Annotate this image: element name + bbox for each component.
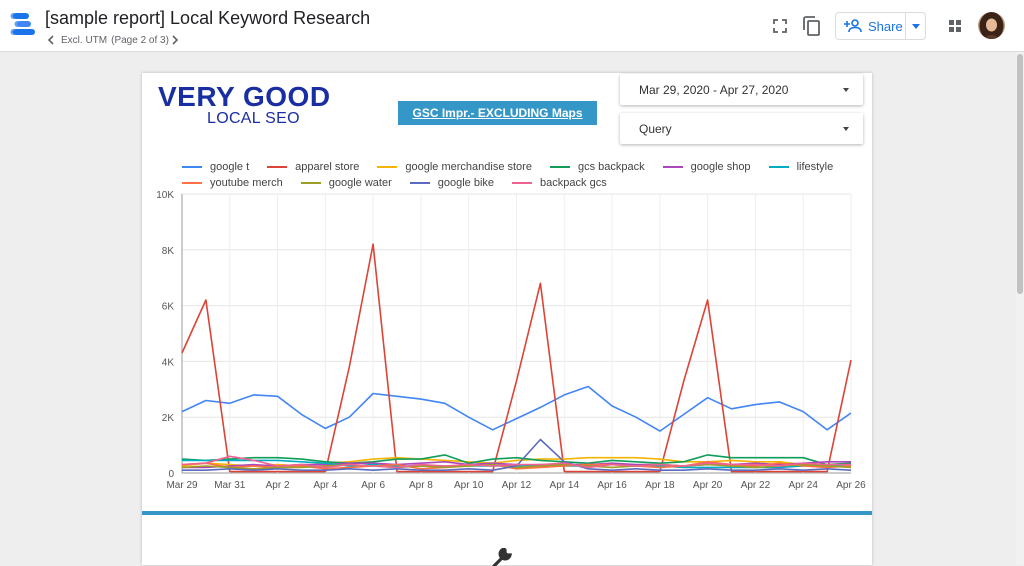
copy-report-icon[interactable] <box>800 14 824 38</box>
share-options-button[interactable] <box>905 13 925 39</box>
y-tick-label: 4K <box>162 357 175 368</box>
next-page-icon[interactable] <box>169 33 181 47</box>
chevron-down-icon <box>911 23 920 29</box>
fullscreen-icon[interactable] <box>768 14 792 38</box>
section-divider <box>142 511 872 515</box>
x-tick-label: Apr 4 <box>313 480 337 491</box>
apps-grid-icon[interactable] <box>943 14 967 38</box>
report-page: VERY GOOD LOCAL SEO GSC Impr.- EXCLUDING… <box>142 73 872 566</box>
x-tick-label: Mar 31 <box>214 480 246 491</box>
x-tick-label: Apr 18 <box>645 480 675 491</box>
data-studio-logo-icon[interactable] <box>10 12 38 38</box>
share-label: Share <box>868 18 903 34</box>
x-tick-label: Apr 16 <box>597 480 627 491</box>
vertical-scrollbar[interactable] <box>1016 52 1024 565</box>
x-tick-label: Mar 29 <box>166 480 198 491</box>
y-tick-label: 2K <box>162 413 175 424</box>
x-tick-label: Apr 12 <box>502 480 532 491</box>
page-navigation: Excl. UTM (Page 2 of 3) <box>45 32 181 48</box>
share-button[interactable]: Share <box>835 12 926 40</box>
x-tick-label: Apr 22 <box>741 480 771 491</box>
user-avatar[interactable] <box>978 12 1005 39</box>
y-tick-label: 6K <box>162 302 175 313</box>
wrench-icon <box>492 548 513 566</box>
share-main-button[interactable]: Share <box>836 13 905 39</box>
page-indicator: (Page 2 of 3) <box>111 34 169 46</box>
top-bar: [sample report] Local Keyword Research E… <box>0 0 1024 52</box>
x-tick-label: Apr 24 <box>788 480 818 491</box>
x-tick-label: Apr 2 <box>266 480 290 491</box>
x-tick-label: Apr 14 <box>550 480 580 491</box>
y-tick-label: 10K <box>156 190 174 201</box>
x-tick-label: Apr 20 <box>693 480 723 491</box>
report-title[interactable]: [sample report] Local Keyword Research <box>45 8 370 29</box>
x-tick-label: Apr 8 <box>409 480 433 491</box>
page-name: Excl. UTM <box>61 34 108 46</box>
add-person-icon <box>844 19 862 33</box>
previous-page-icon[interactable] <box>45 33 57 47</box>
y-tick-label: 8K <box>162 246 175 257</box>
impressions-line-chart[interactable]: 0 2K 4K 6K 8K 10K Mar 29 Mar 31 Apr 2 Apr 4 Apr 6 A… <box>142 73 872 503</box>
x-tick-label: Apr 6 <box>361 480 385 491</box>
x-tick-label: Apr 10 <box>454 480 484 491</box>
x-tick-label: Apr 26 <box>836 480 866 491</box>
scrollbar-thumb[interactable] <box>1017 54 1023 294</box>
y-tick-label: 0 <box>168 469 174 480</box>
